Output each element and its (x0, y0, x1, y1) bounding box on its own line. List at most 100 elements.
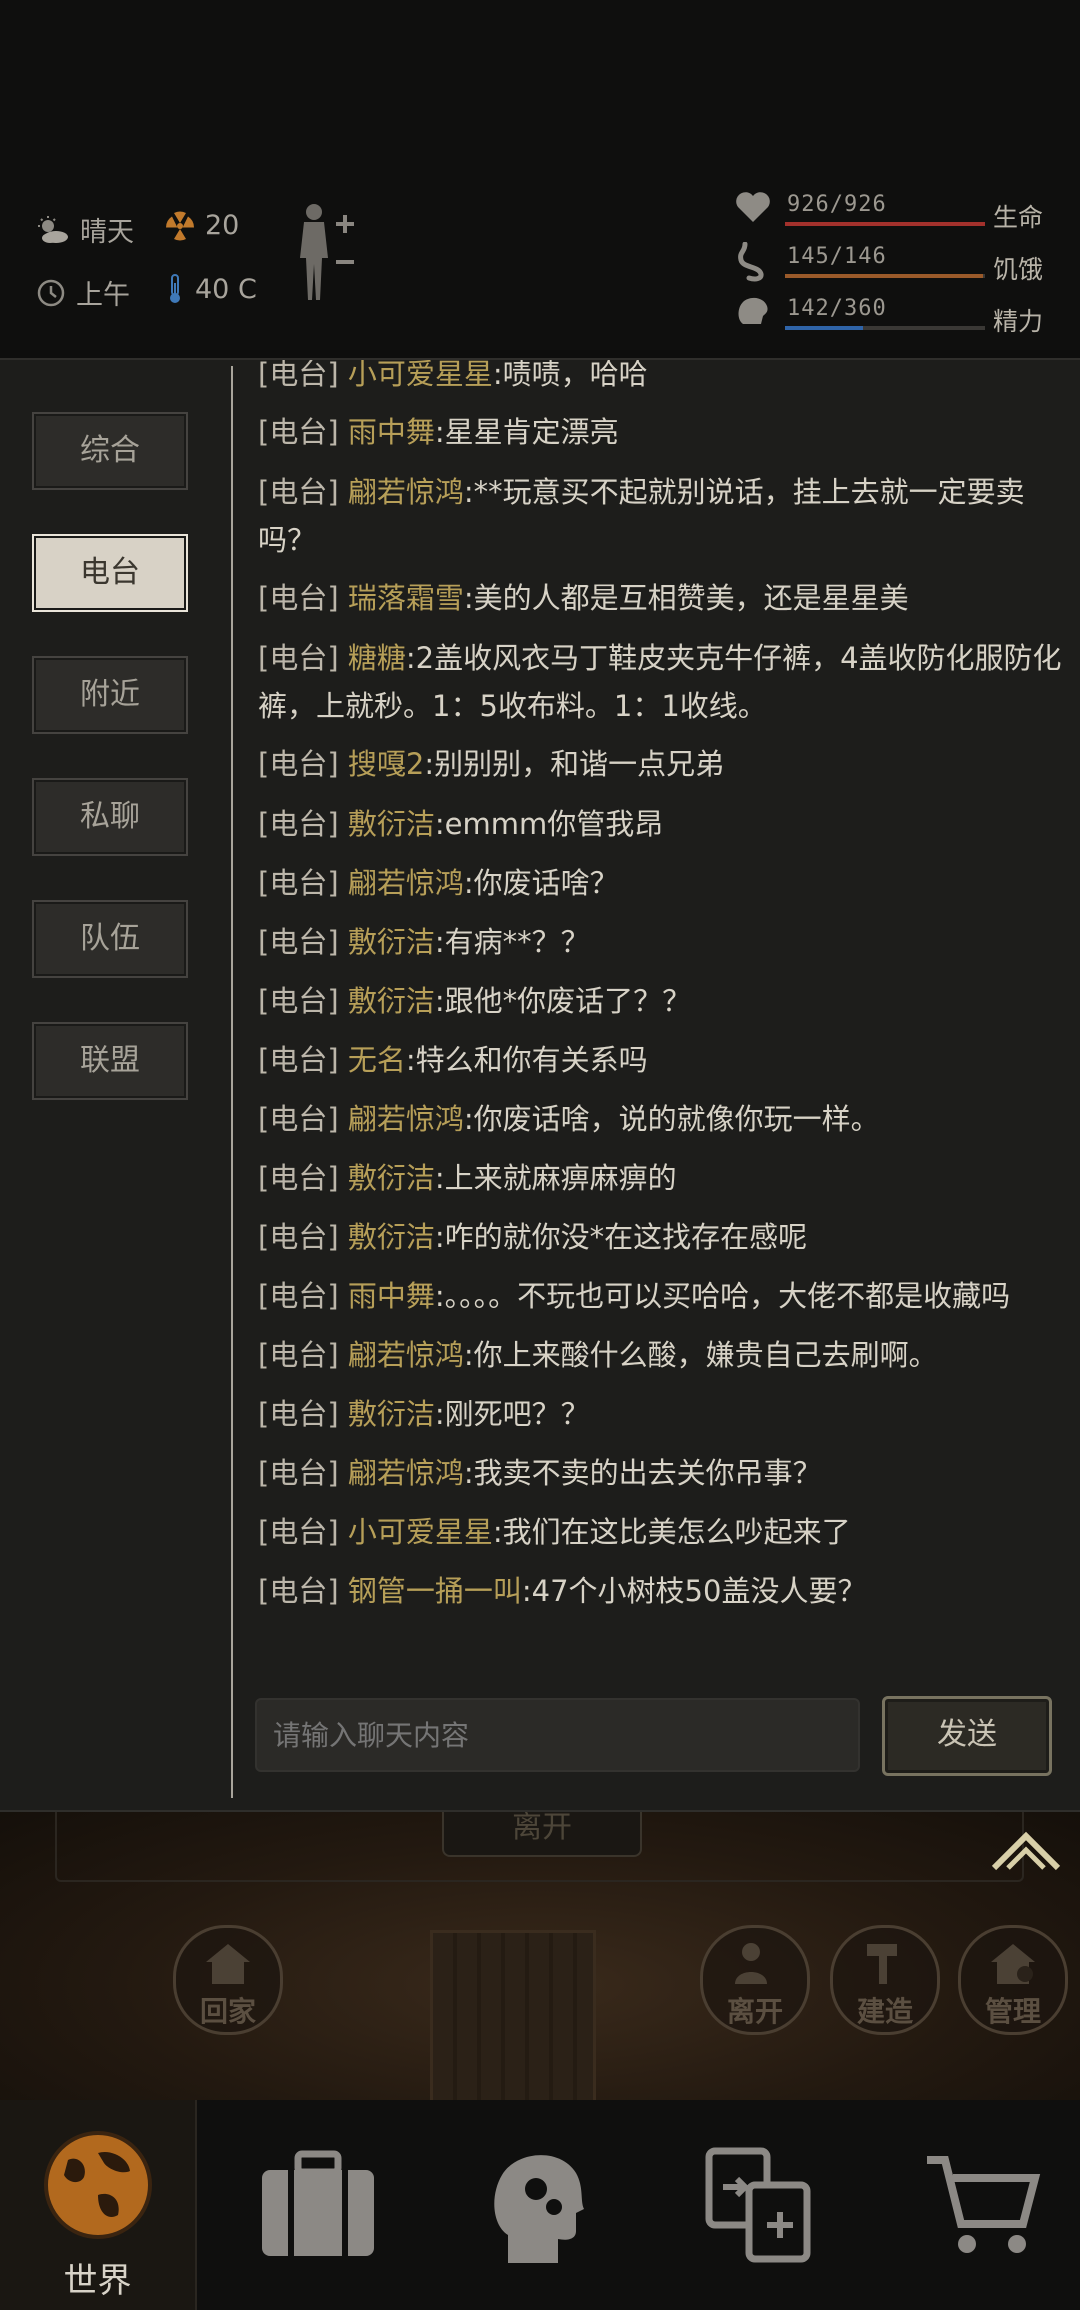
body-figure-icon (300, 204, 354, 300)
status-area: 晴天 20 上午 40 C 926/926 生命 145/146 饥饿 142/… (0, 0, 1080, 350)
channel-tab-alliance[interactable]: 联盟 (32, 1022, 188, 1100)
channel-tab-team[interactable]: 队伍 (32, 900, 188, 978)
chat-message: [电台] 无名:特么和你有关系吗 (258, 1043, 648, 1077)
hunger-fill (785, 274, 983, 278)
chat-message: [电台] 瑞落霜雪:美的人都是互相赞美，还是星星美 (258, 581, 909, 615)
bottom-navigation: 世界 (0, 2100, 1080, 2310)
go-home-label: 回家 (199, 1995, 256, 2028)
sender-name[interactable]: 敷衍洁 (348, 1397, 435, 1431)
chat-message-list[interactable]: [电台] 小可爱星星:啧啧，哈哈 [电台] 雨中舞:星星肯定漂亮 [电台] 翩若… (258, 360, 1068, 1660)
leave-label: 离开 (726, 1995, 783, 2028)
channel-tab-general[interactable]: 综合 (32, 412, 188, 490)
chat-message: [电台] 翩若惊鸿:你上来酸什么酸，嫌贵自己去刷啊。 (258, 1338, 938, 1372)
chat-message: [电台] 小可爱星星:啧啧，哈哈 (258, 360, 1063, 398)
sender-name[interactable]: 翩若惊鸿 (348, 1338, 464, 1372)
shopping-cart-icon (926, 2156, 1040, 2253)
sender-name[interactable]: 瑞落霜雪 (348, 581, 464, 615)
chat-message: [电台] 搜嘎2:别别别，和谐一点兄弟 (258, 747, 725, 781)
manage-label: 管理 (984, 1995, 1041, 2028)
scene-leave-button[interactable]: 离开 (442, 1805, 642, 1857)
chat-message: [电台] 敷衍洁:跟他*你废话了？？ (258, 984, 692, 1018)
health-label: 生命 (993, 203, 1044, 232)
sender-name[interactable]: 小可爱星星 (348, 360, 493, 391)
channel-tab-radio[interactable]: 电台 (32, 534, 188, 612)
health-bar: 926/926 生命 (735, 190, 1065, 240)
heart-icon (736, 192, 770, 222)
chat-message: [电台] 翩若惊鸿:你废话啥，说的就像你玩一样。 (258, 1102, 880, 1136)
sender-name[interactable]: 敷衍洁 (348, 807, 435, 841)
sender-name[interactable]: 无名 (348, 1043, 406, 1077)
temperature-value: 40 C (195, 273, 257, 305)
hunger-value: 145/146 (787, 244, 887, 269)
energy-label: 精力 (993, 307, 1044, 336)
sender-name[interactable]: 小可爱星星 (348, 1515, 493, 1549)
brain-icon (738, 297, 768, 324)
exchange-icon (705, 2147, 810, 2263)
chat-message: [电台] 敷衍洁:咋的就你没*在这找存在感呢 (258, 1220, 808, 1254)
chat-message: [电台] 敷衍洁:刚死吧？？ (258, 1397, 590, 1431)
stomach-icon (738, 242, 764, 282)
sender-name[interactable]: 翩若惊鸿 (348, 1102, 464, 1136)
chat-message: [电台] 钢管一捅一叫:47个小树枝50盖没人要？ (258, 1574, 867, 1608)
house-gear-icon (991, 1944, 1035, 1984)
nav-world-label: 世界 (63, 2261, 132, 2301)
nav-trade[interactable] (660, 2100, 855, 2310)
channel-tab-nearby[interactable]: 附近 (32, 656, 188, 734)
hunger-label: 饥饿 (993, 255, 1044, 284)
sender-name[interactable]: 糖糖 (348, 641, 406, 675)
energy-value: 142/360 (787, 296, 887, 321)
radiation-value: 20 (205, 210, 240, 241)
sender-name[interactable]: 敷衍洁 (348, 984, 435, 1018)
leave-button[interactable]: 离开 (700, 1925, 810, 2035)
time-of-day-text: 上午 (76, 280, 130, 311)
channel-tab-private[interactable]: 私聊 (32, 778, 188, 856)
sender-name[interactable]: 钢管一捅一叫 (348, 1574, 522, 1608)
radiation-indicator: 20 (165, 210, 239, 241)
health-value: 926/926 (787, 192, 887, 217)
chat-input[interactable] (255, 1698, 860, 1772)
sender-name[interactable]: 翩若惊鸿 (348, 866, 464, 900)
manage-button[interactable]: 管理 (958, 1925, 1068, 2035)
weather-text: 晴天 (80, 217, 134, 248)
sender-name[interactable]: 雨中舞 (348, 415, 435, 449)
head-gears-icon (493, 2155, 584, 2263)
build-label: 建造 (856, 1995, 913, 2028)
chat-message: [电台] 小可爱星星:我们在这比美怎么吵起来了 (258, 1515, 851, 1549)
panel-divider (231, 366, 233, 1798)
hunger-bar: 145/146 饥饿 (735, 242, 1065, 292)
chat-message: [电台] 翩若惊鸿:我卖不卖的出去关你吊事？ (258, 1456, 822, 1490)
health-fill (785, 222, 985, 226)
nav-skills[interactable] (440, 2100, 635, 2310)
chat-message: [电台] 翩若惊鸿:**玩意买不起就别说话，挂上去就一定要卖吗？ (258, 475, 1025, 557)
sender-name[interactable]: 搜嘎2 (348, 747, 424, 781)
suitcase-icon (261, 2150, 374, 2256)
energy-fill (785, 326, 863, 330)
collapse-chevron-icon[interactable] (990, 1828, 1062, 1873)
thermometer-icon (170, 274, 180, 303)
person-exit-icon (735, 1943, 767, 1984)
sender-name[interactable]: 敷衍洁 (348, 1161, 435, 1195)
nav-world[interactable]: 世界 (0, 2100, 197, 2310)
sender-name[interactable]: 敷衍洁 (348, 1220, 435, 1254)
wooden-crate (430, 1930, 596, 2106)
nav-shop[interactable] (885, 2100, 1080, 2310)
sender-name[interactable]: 敷衍洁 (348, 925, 435, 959)
chat-message: [电台] 糖糖:2盖收风衣马丁鞋皮夹克牛仔裤，4盖收防化服防化裤，上就秒。1：5… (258, 641, 1062, 723)
radiation-icon (165, 211, 195, 240)
chat-panel: 综合 电台 附近 私聊 队伍 联盟 [电台] 小可爱星星:啧啧，哈哈 [电台] … (0, 358, 1080, 1812)
time-indicator: 上午 (36, 273, 130, 312)
sender-name[interactable]: 翩若惊鸿 (348, 1456, 464, 1490)
hammer-icon (867, 1944, 897, 1984)
sender-name[interactable]: 雨中舞 (348, 1279, 435, 1313)
body-status-button[interactable] (292, 200, 372, 310)
weather-indicator: 晴天 (36, 210, 134, 249)
sender-name[interactable]: 翩若惊鸿 (348, 475, 464, 509)
globe-icon (43, 2131, 152, 2239)
sunny-cloud-icon (38, 215, 68, 243)
house-icon (206, 1944, 250, 1984)
build-button[interactable]: 建造 (830, 1925, 940, 2035)
nav-backpack[interactable] (220, 2100, 415, 2310)
send-button[interactable]: 发送 (882, 1696, 1052, 1776)
temperature-indicator: 40 C (165, 273, 257, 305)
go-home-button[interactable]: 回家 (173, 1925, 283, 2035)
